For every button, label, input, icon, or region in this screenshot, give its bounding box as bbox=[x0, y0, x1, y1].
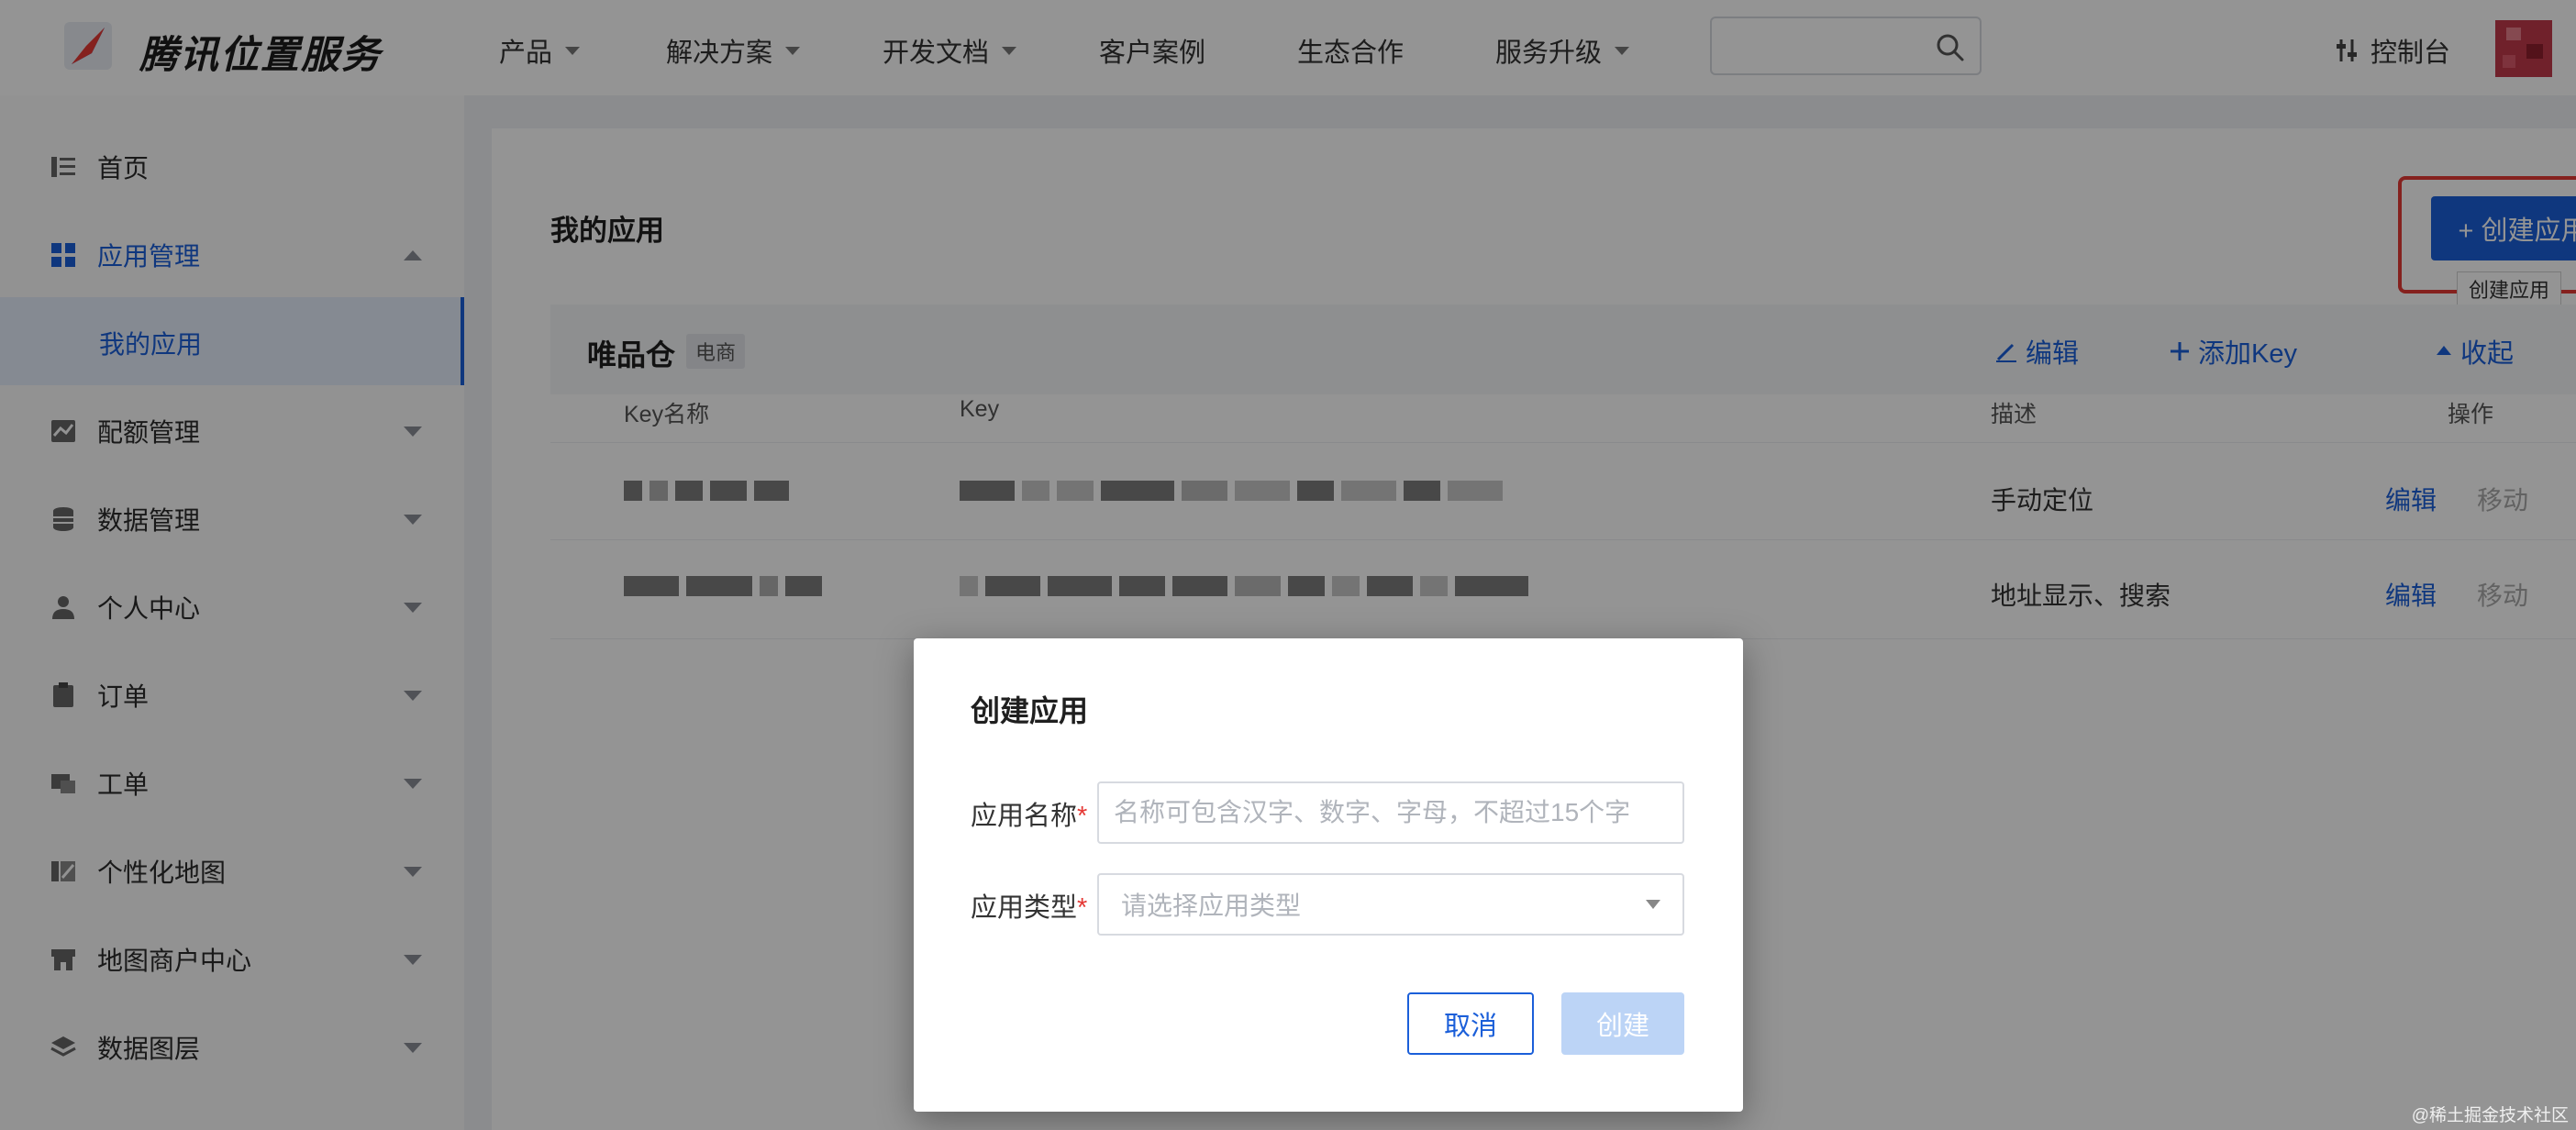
app-name-input[interactable] bbox=[1097, 781, 1684, 844]
select-placeholder: 请选择应用类型 bbox=[1121, 892, 1302, 920]
label-text: 应用类型 bbox=[971, 893, 1078, 923]
label-text: 应用名称 bbox=[971, 802, 1078, 831]
chevron-down-icon bbox=[1646, 900, 1660, 909]
app-name-label: 应用名称* bbox=[971, 794, 1087, 833]
watermark: @稀土掘金技术社区 bbox=[2411, 1106, 2569, 1125]
cancel-button[interactable]: 取消 bbox=[1407, 992, 1534, 1055]
create-app-dialog: 创建应用 应用名称* 应用类型* 请选择应用类型 取消 创建 bbox=[914, 638, 1743, 1112]
app-type-select[interactable]: 请选择应用类型 bbox=[1097, 873, 1684, 936]
required-mark: * bbox=[1077, 893, 1088, 923]
required-mark: * bbox=[1077, 802, 1088, 831]
dialog-title: 创建应用 bbox=[971, 694, 1089, 727]
app-type-label: 应用类型* bbox=[971, 886, 1087, 925]
create-button[interactable]: 创建 bbox=[1561, 992, 1684, 1055]
